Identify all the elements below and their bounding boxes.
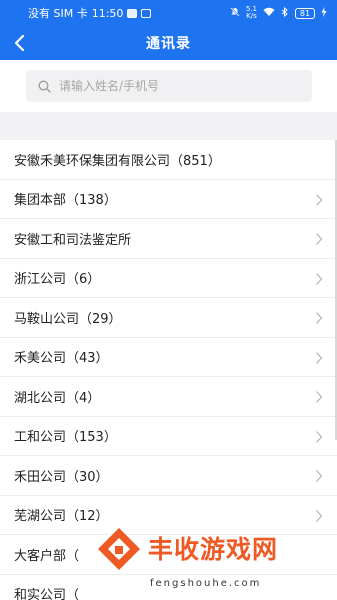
contact-row[interactable]: 禾田公司（30） <box>0 456 337 496</box>
contact-name: 禾田公司 <box>14 469 67 485</box>
chevron-right-icon <box>316 272 323 285</box>
contact-row[interactable]: 马鞍山公司（29） <box>0 298 337 338</box>
contact-count: （138） <box>66 193 117 209</box>
contact-name: 湖北公司 <box>14 390 67 406</box>
contact-name: 集团本部 <box>14 193 67 209</box>
clock-text: 11:50 <box>91 6 124 20</box>
contact-row[interactable]: 安徽工和司法鉴定所 <box>0 219 337 259</box>
contact-count: （ <box>66 548 80 564</box>
contact-count: （6） <box>66 272 101 288</box>
contact-row[interactable]: 禾美公司（43） <box>0 337 337 377</box>
contact-count: （4） <box>66 390 101 406</box>
search-icon <box>38 80 51 93</box>
chevron-right-icon <box>316 351 323 364</box>
net-speed-unit: K/s <box>246 12 257 20</box>
search-input[interactable] <box>59 79 299 93</box>
contact-count: （43） <box>66 351 109 367</box>
contact-count: （30） <box>66 469 109 485</box>
chevron-right-icon <box>316 312 323 324</box>
contact-count: （153） <box>66 430 117 446</box>
contact-name: 禾美公司 <box>14 351 67 367</box>
notification-app-icon <box>127 8 138 18</box>
chevron-right-icon <box>316 233 323 245</box>
status-right: 5.1 K/s 81 <box>230 6 327 20</box>
back-button[interactable] <box>6 30 32 56</box>
page-title: 通讯录 <box>146 36 191 52</box>
notification-qq-icon <box>141 8 152 18</box>
battery-indicator: 81 <box>295 7 315 19</box>
bluetooth-icon <box>281 6 289 20</box>
contact-name: 大客户部 <box>14 548 67 564</box>
watermark-title: 丰收游戏网 <box>148 535 279 564</box>
chevron-right-icon <box>316 470 323 482</box>
contact-row[interactable]: 集团本部（138） <box>0 179 337 219</box>
chevron-right-icon <box>316 193 323 206</box>
contact-row[interactable]: 浙江公司（6） <box>0 258 337 298</box>
contact-count: （29） <box>79 311 122 327</box>
section-divider <box>0 112 337 140</box>
contact-name: 马鞍山公司 <box>14 311 80 327</box>
mute-icon <box>230 6 240 20</box>
contact-row[interactable]: 湖北公司（4） <box>0 377 337 417</box>
contact-name: 芜湖公司 <box>14 509 67 525</box>
charging-icon <box>321 6 327 20</box>
status-left: 没有 SIM 卡 11:50 <box>28 5 152 21</box>
watermark: 丰收游戏网 fengshouhe.com <box>96 520 337 600</box>
net-speed: 5.1 K/s <box>246 6 257 20</box>
contact-name: 安徽工和司法鉴定所 <box>14 232 132 248</box>
app-header: 没有 SIM 卡 11:50 5.1 K/s 81 通讯录 <box>0 0 337 60</box>
chevron-right-icon <box>316 391 323 403</box>
contact-name: 工和公司 <box>14 430 67 446</box>
contact-row[interactable]: 安徽禾美环保集团有限公司（851） <box>0 140 337 180</box>
carrier-text: 没有 SIM 卡 <box>28 7 88 20</box>
watermark-logo-icon <box>98 528 140 570</box>
contact-name: 和实公司 <box>14 588 67 600</box>
status-bar: 没有 SIM 卡 11:50 5.1 K/s 81 <box>0 0 337 26</box>
search-box[interactable] <box>26 70 312 102</box>
chevron-left-icon <box>14 34 25 52</box>
contact-name: 安徽禾美环保集团有限公司 <box>14 153 171 169</box>
chevron-right-icon <box>316 430 323 443</box>
contact-count: （851） <box>170 153 221 169</box>
contact-name: 浙江公司 <box>14 272 67 288</box>
contact-row[interactable]: 工和公司（153） <box>0 416 337 456</box>
watermark-subtitle: fengshouhe.com <box>150 578 262 589</box>
search-area <box>0 60 337 112</box>
contact-count: （ <box>66 588 80 600</box>
wifi-icon <box>263 7 275 20</box>
nav-bar: 通讯录 <box>0 26 337 60</box>
